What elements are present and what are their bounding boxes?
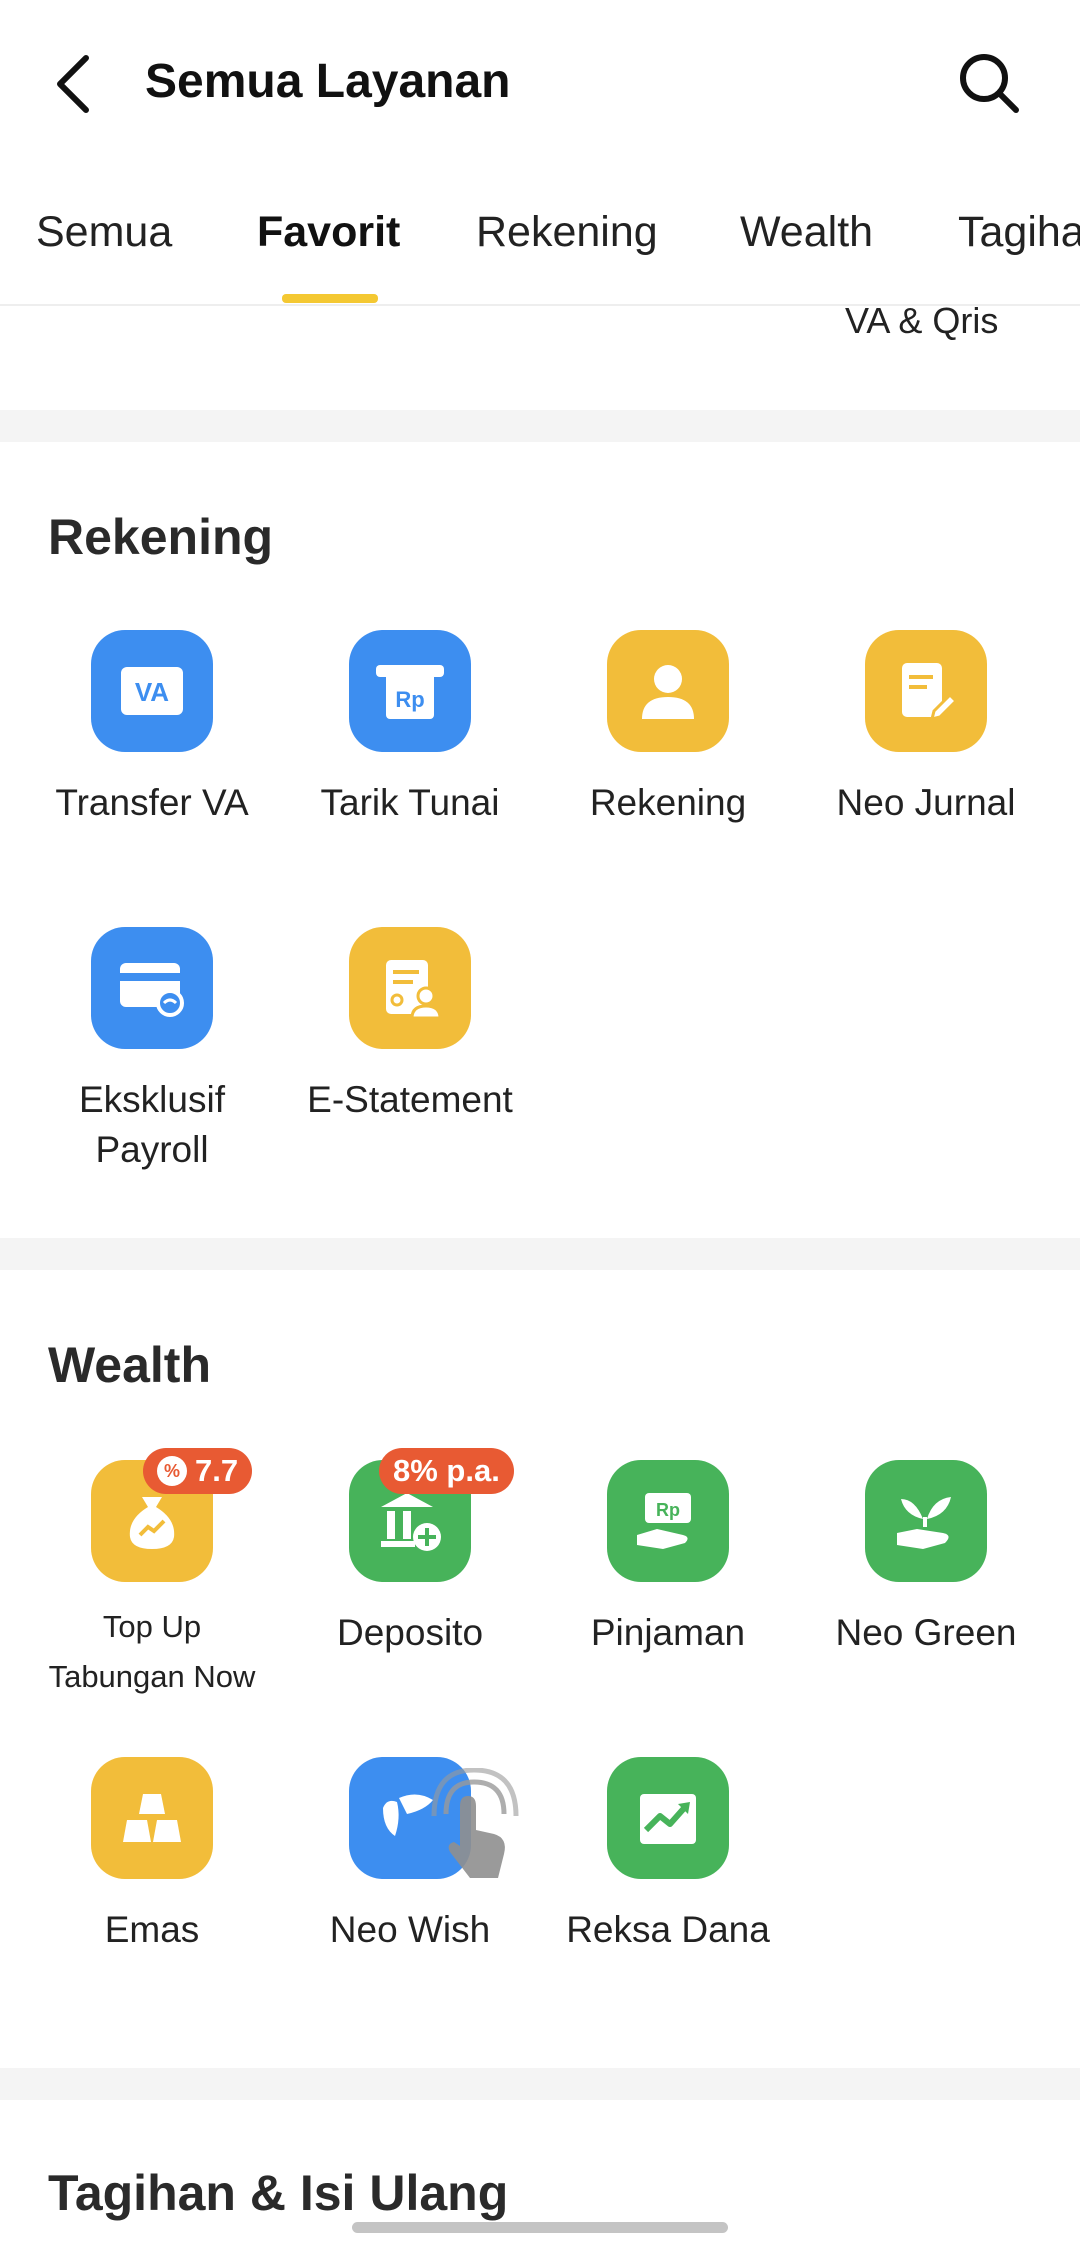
tab-wealth[interactable]: Wealth [740, 208, 873, 257]
sprout-hand-icon [865, 1460, 987, 1582]
service-top-up-tabungan-now[interactable]: % 7.7 Top Up Tabungan Now [23, 1448, 281, 1694]
service-tarik-tunai[interactable]: Rp Tarik Tunai [281, 630, 539, 850]
service-reksa-dana[interactable]: Reksa Dana [539, 1757, 797, 1977]
category-tabs: Semua Favorit Rekening Wealth Tagihan [0, 178, 1080, 306]
service-label: Deposito [336, 1612, 484, 1653]
gold-bars-icon [91, 1757, 213, 1879]
service-label: Emas [104, 1909, 200, 1950]
statement-icon [349, 927, 471, 1049]
service-label: Pinjaman [590, 1612, 746, 1653]
service-neo-green[interactable]: Neo Green [797, 1460, 1055, 1680]
card-link-icon [91, 927, 213, 1049]
tab-favorit[interactable]: Favorit [257, 208, 400, 257]
partial-item-label[interactable]: VA & Qris [845, 300, 998, 342]
section-divider [0, 1238, 1080, 1270]
label-line: Tabungan Now [48, 1659, 256, 1694]
badge-text: 7.7 [195, 1453, 239, 1488]
label-line: Eksklusif [79, 1079, 225, 1120]
va-icon: VA [91, 630, 213, 752]
svg-text:Rp: Rp [656, 1500, 680, 1520]
service-deposito[interactable]: 8% p.a. Deposito [281, 1448, 539, 1680]
active-tab-indicator [282, 294, 378, 303]
promo-badge: % 7.7 [143, 1448, 253, 1494]
service-emas[interactable]: Emas [23, 1757, 281, 1977]
home-indicator[interactable] [352, 2222, 728, 2233]
section-title-tagihan: Tagihan & Isi Ulang [48, 2165, 509, 2221]
svg-text:VA: VA [135, 677, 169, 707]
service-label: Rekening [589, 782, 747, 823]
service-label: Reksa Dana [566, 1909, 770, 1950]
tab-semua[interactable]: Semua [36, 208, 172, 257]
service-label: Neo Wish [329, 1909, 491, 1950]
atm-rp-icon: Rp [349, 630, 471, 752]
service-neo-jurnal[interactable]: Neo Jurnal [797, 630, 1055, 850]
service-label: Eksklusif Payroll [23, 1075, 281, 1175]
section-title-wealth: Wealth [48, 1337, 211, 1393]
service-label: Neo Green [835, 1612, 1017, 1653]
service-label: Neo Jurnal [836, 782, 1016, 823]
service-label: Top Up Tabungan Now [23, 1602, 281, 1702]
service-pinjaman[interactable]: Rp Pinjaman [539, 1460, 797, 1680]
service-transfer-va[interactable]: VA Transfer VA [23, 630, 281, 850]
person-icon [607, 630, 729, 752]
service-label: Transfer VA [55, 782, 249, 823]
tap-gesture-icon [424, 1767, 524, 1888]
app-header: Semua Layanan [0, 0, 1080, 160]
search-icon[interactable] [956, 50, 1022, 116]
promo-badge: 8% p.a. [379, 1448, 514, 1494]
service-label: E-Statement [307, 1079, 513, 1120]
discount-icon: % [157, 1456, 187, 1486]
svg-text:Rp: Rp [395, 687, 424, 712]
section-title-rekening: Rekening [48, 509, 274, 565]
note-edit-icon [865, 630, 987, 752]
back-arrow-icon[interactable] [48, 52, 98, 116]
label-line: Top Up [102, 1609, 202, 1644]
chart-up-icon [607, 1757, 729, 1879]
loan-hand-icon: Rp [607, 1460, 729, 1582]
section-divider [0, 2068, 1080, 2100]
service-label: Tarik Tunai [320, 782, 500, 823]
label-line: Payroll [95, 1129, 209, 1170]
service-e-statement[interactable]: E-Statement [281, 927, 539, 1147]
tab-tagihan[interactable]: Tagihan [958, 208, 1080, 257]
page-title: Semua Layanan [145, 55, 511, 108]
service-eksklusif-payroll[interactable]: Eksklusif Payroll [23, 927, 281, 1170]
tab-rekening[interactable]: Rekening [476, 208, 658, 257]
service-rekening[interactable]: Rekening [539, 630, 797, 850]
section-divider [0, 410, 1080, 442]
